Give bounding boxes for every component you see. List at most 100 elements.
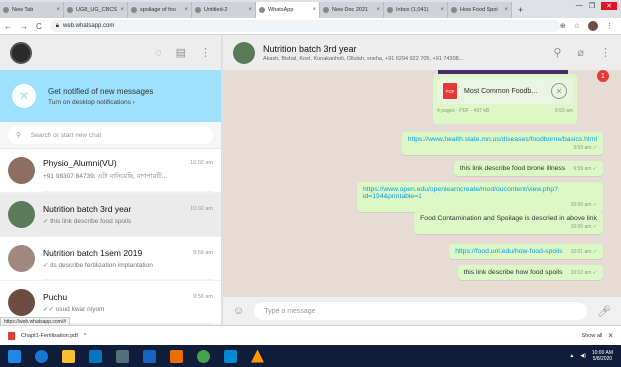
browser-tab[interactable]: UG8_UG_CBCS × bbox=[64, 2, 128, 18]
enable-notifications-link[interactable]: Turn on desktop notifications › bbox=[48, 99, 153, 106]
message-link[interactable]: https://food.unl.edu/how-food-spoils bbox=[455, 248, 562, 255]
unread-badge[interactable]: 1 bbox=[597, 70, 609, 82]
notification-banner[interactable]: ✕ Get notified of new messages Turn on d… bbox=[0, 70, 221, 122]
close-tab-icon[interactable]: × bbox=[184, 7, 188, 13]
group-avatar[interactable] bbox=[233, 41, 255, 64]
favicon-icon bbox=[451, 7, 457, 13]
new-tab-button[interactable]: + bbox=[512, 2, 529, 18]
chat-list-item[interactable]: Nutrition batch 3rd year 10:02 am ✓ this l… bbox=[0, 193, 221, 237]
mic-icon[interactable]: 🎤︎ bbox=[597, 305, 611, 318]
tab-label: Untitled-2 bbox=[204, 7, 228, 13]
clock[interactable]: 10:00 AM 5/8/2020 bbox=[592, 350, 613, 362]
show-all-button[interactable]: Show all bbox=[582, 333, 603, 339]
network-icon[interactable]: ▲ bbox=[569, 353, 574, 359]
tab-label: How Food Spoi bbox=[460, 7, 498, 13]
edge-icon[interactable] bbox=[35, 349, 48, 363]
browser-tab[interactable]: Inbox (1,041) × bbox=[384, 2, 448, 18]
office-icon[interactable] bbox=[89, 349, 102, 363]
menu-icon[interactable]: ⋮ bbox=[200, 46, 211, 59]
browser-tab[interactable]: New Doc 2021 × bbox=[320, 2, 384, 18]
star-icon[interactable]: ☆ bbox=[574, 22, 580, 30]
message-link[interactable]: https://www.open.edu/openlearncreate/mod… bbox=[363, 186, 558, 200]
browser-tab-bar: New Tab × UG8_UG_CBCS × spoilage of foo × Unti… bbox=[0, 0, 621, 18]
search-icon[interactable]: ⚲ bbox=[553, 46, 561, 59]
message-bubble[interactable]: https://www.health.state.mn.us/diseases/… bbox=[401, 132, 603, 155]
close-downloads-button[interactable]: × bbox=[608, 331, 613, 340]
chat-name: Nutrition batch 1sem 2019 bbox=[43, 247, 143, 258]
browser-tab[interactable]: spoilage of foo × bbox=[128, 2, 192, 18]
browser-tab[interactable]: WhatsApp × bbox=[256, 2, 320, 18]
group-name: Nutrition batch 3rd year bbox=[263, 43, 357, 54]
menu-icon[interactable]: ⋮ bbox=[600, 46, 611, 59]
chevron-up-icon[interactable]: ^ bbox=[84, 333, 87, 339]
message-bubble[interactable]: https://www.open.edu/openlearncreate/mod… bbox=[357, 182, 603, 212]
message-bubble[interactable]: Food Contamination and Spoilage is descr… bbox=[414, 211, 603, 234]
chat-list-item[interactable]: Nutrition batch 1sem 2019 9:58 am ✓ its de… bbox=[0, 237, 221, 281]
calculator-icon[interactable] bbox=[116, 349, 129, 363]
close-tab-icon[interactable]: × bbox=[120, 7, 124, 13]
close-tab-icon[interactable]: × bbox=[248, 7, 252, 13]
message-bubble[interactable]: this link describe food brone illness 9:5… bbox=[453, 161, 603, 176]
my-avatar[interactable] bbox=[10, 41, 32, 64]
message-link[interactable]: https://www.health.state.mn.us/diseases/… bbox=[408, 136, 597, 143]
menu-icon[interactable]: ⋮ bbox=[606, 22, 613, 30]
close-tab-icon[interactable]: × bbox=[376, 7, 380, 13]
reload-icon[interactable]: C bbox=[32, 22, 46, 31]
message-bubble[interactable]: this link describe how food spoils 10:02 … bbox=[457, 265, 603, 280]
search-input[interactable]: ⚲ Search or start new chat bbox=[8, 126, 213, 144]
attach-icon[interactable]: ⌀ bbox=[577, 46, 584, 59]
favicon-icon bbox=[195, 7, 201, 13]
close-tab-icon[interactable]: × bbox=[312, 7, 316, 13]
pdf-icon: PDF bbox=[443, 83, 457, 99]
app-icon[interactable] bbox=[170, 349, 183, 363]
bell-off-icon: ✕ bbox=[12, 84, 36, 108]
chat-name: Puchu bbox=[43, 291, 68, 302]
download-icon[interactable]: ✕ bbox=[551, 83, 567, 99]
close-tab-icon[interactable]: × bbox=[504, 7, 508, 13]
close-window-button[interactable]: ✕ bbox=[601, 2, 617, 10]
conversation-header[interactable]: Nutrition batch 3rd year Akash, Bishal, … bbox=[223, 35, 621, 70]
back-icon[interactable]: ← bbox=[0, 22, 16, 31]
window-controls: — ❐ ✕ bbox=[576, 2, 617, 10]
vlc-icon[interactable] bbox=[251, 349, 264, 363]
tab-label: WhatsApp bbox=[268, 7, 294, 13]
browser-tab[interactable]: New Tab × bbox=[0, 2, 64, 18]
minimize-button[interactable]: — bbox=[576, 2, 583, 10]
tab-label: New Doc 2021 bbox=[332, 7, 369, 13]
message-text: this link describe food brone illness bbox=[459, 165, 566, 172]
file-message[interactable]: PDF Most Common Foodb... ✕ 4 pages · PDF… bbox=[433, 74, 577, 124]
profile-avatar[interactable] bbox=[588, 21, 598, 31]
tab-label: UG8_UG_CBCS bbox=[76, 7, 117, 13]
status-icon[interactable]: ◌ bbox=[155, 47, 162, 59]
volume-icon[interactable]: ◀) bbox=[580, 353, 586, 359]
mail-icon[interactable] bbox=[143, 349, 156, 363]
maximize-button[interactable]: ❐ bbox=[589, 2, 595, 10]
search-bar: ⚲ Search or start new chat bbox=[0, 122, 221, 149]
chrome-icon[interactable] bbox=[197, 349, 210, 363]
close-tab-icon[interactable]: × bbox=[56, 7, 60, 13]
address-bar: ← → C 🔒︎ web.whatsapp.com ⊕ ☆ ⋮ bbox=[0, 18, 621, 35]
chat-preview: ✓ its describe fertilization implantatio… bbox=[43, 261, 153, 269]
new-chat-icon[interactable]: ▤ bbox=[176, 46, 186, 59]
search-icon: ⚲ bbox=[16, 132, 21, 139]
close-tab-icon[interactable]: × bbox=[440, 7, 444, 13]
forward-icon[interactable]: → bbox=[16, 22, 32, 31]
composer: ☺ Type a message 🎤︎ bbox=[223, 297, 621, 325]
file-explorer-icon[interactable] bbox=[62, 349, 75, 363]
chat-avatar bbox=[8, 245, 35, 272]
tab-label: New Tab bbox=[12, 7, 34, 13]
chat-list-item[interactable]: Physio_Alumni(VU) 10:02 am +91 98307 84739… bbox=[0, 149, 221, 193]
url-field[interactable]: 🔒︎ web.whatsapp.com bbox=[49, 20, 560, 32]
notification-title: Get notified of new messages bbox=[48, 86, 154, 96]
message-input[interactable]: Type a message bbox=[254, 302, 588, 320]
zoom-icon[interactable]: ⊕ bbox=[560, 22, 566, 30]
browser-tab[interactable]: Untitled-2 × bbox=[192, 2, 256, 18]
message-bubble[interactable]: https://food.unl.edu/how-food-spoils 10:0… bbox=[449, 244, 603, 259]
download-file[interactable]: Chapt1-Fertilisation.pdf bbox=[21, 333, 78, 339]
browser-tab[interactable]: How Food Spoi × bbox=[448, 2, 512, 18]
favicon-icon bbox=[131, 7, 137, 13]
windows-icon[interactable] bbox=[8, 349, 21, 363]
app2-icon[interactable] bbox=[224, 349, 237, 363]
favicon-icon bbox=[67, 7, 73, 13]
emoji-icon[interactable]: ☺ bbox=[233, 305, 244, 317]
